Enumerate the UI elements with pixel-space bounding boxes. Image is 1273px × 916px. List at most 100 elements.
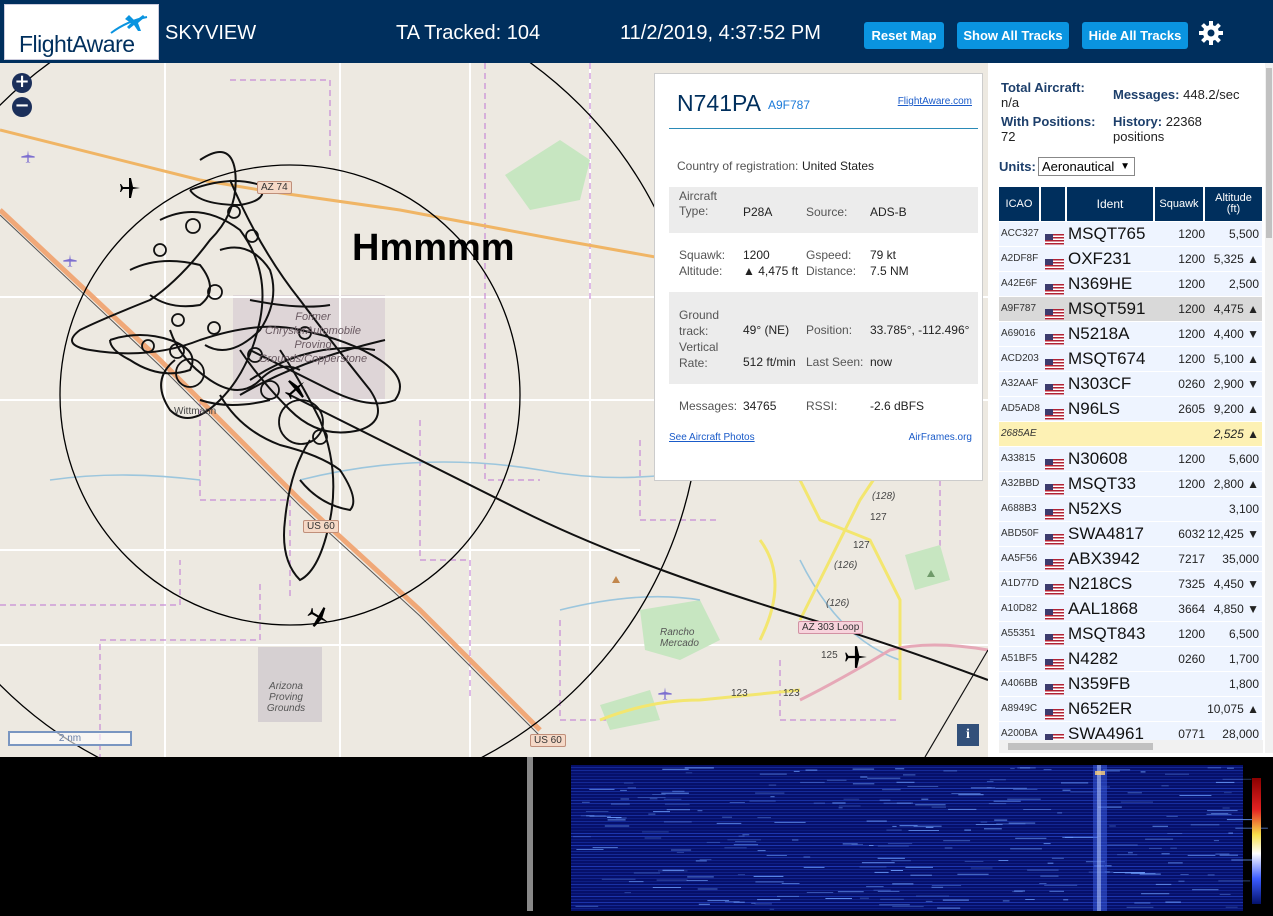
airport-icon bbox=[21, 150, 35, 163]
aircraft-type-value: P28A bbox=[743, 205, 773, 219]
row-icao: A2DF8F bbox=[1001, 253, 1039, 264]
row-squawk: 1200 bbox=[1178, 252, 1205, 266]
horizontal-scrollbar-thumb[interactable] bbox=[1008, 743, 1153, 750]
us-flag-icon bbox=[1045, 454, 1064, 470]
table-row[interactable]: A32AAF N303CF 0260 2,900 ▼ bbox=[999, 372, 1262, 397]
zoom-in-button[interactable]: + bbox=[12, 73, 32, 93]
gear-icon[interactable] bbox=[1198, 20, 1224, 46]
row-icao: A55351 bbox=[1001, 628, 1036, 639]
row-altitude: 9,200 ▲ bbox=[1213, 402, 1259, 416]
road-label-az74: AZ 74 bbox=[257, 181, 292, 194]
us-flag-icon bbox=[1045, 579, 1064, 595]
row-altitude: 1,700 bbox=[1228, 652, 1259, 666]
selected-aircraft-icon[interactable] bbox=[283, 376, 309, 402]
messages-stat-label: Messages: bbox=[1113, 87, 1180, 102]
vertical-scrollbar-thumb[interactable] bbox=[1266, 68, 1272, 238]
row-altitude: 10,075 ▲ bbox=[1207, 702, 1259, 716]
messages-value: 34765 bbox=[743, 399, 777, 413]
header-altitude[interactable]: Altitude (ft) bbox=[1205, 187, 1262, 221]
us-flag-icon bbox=[1045, 254, 1064, 270]
total-aircraft-stat: Total Aircraft: n/a bbox=[1001, 80, 1085, 110]
row-altitude: 5,500 bbox=[1228, 227, 1259, 241]
row-altitude: 4,850 ▼ bbox=[1213, 602, 1259, 616]
table-row[interactable]: A8949C N652ER 10,075 ▲ bbox=[999, 697, 1262, 722]
row-icao: A688B3 bbox=[1001, 503, 1037, 514]
us-flag-icon bbox=[1045, 654, 1064, 670]
row-ident: N30608 bbox=[1068, 449, 1128, 468]
road-number: 125 bbox=[821, 650, 838, 661]
table-row[interactable]: A51BF5 N4282 0260 1,700 bbox=[999, 647, 1262, 672]
row-squawk: 0260 bbox=[1178, 377, 1205, 391]
rssi-value: -2.6 dBFS bbox=[870, 399, 925, 413]
row-ident: N303CF bbox=[1068, 374, 1132, 393]
table-row[interactable]: A69016 N5218A 1200 4,400 ▼ bbox=[999, 322, 1262, 347]
flightaware-link[interactable]: FlightAware.com bbox=[898, 96, 972, 107]
table-row[interactable]: AD5AD8 N96LS 2605 9,200 ▲ bbox=[999, 397, 1262, 422]
table-row[interactable]: ABD50F SWA4817 6032 12,425 ▼ bbox=[999, 522, 1262, 547]
row-altitude: 4,400 ▼ bbox=[1213, 327, 1259, 341]
aircraft-icon[interactable] bbox=[843, 644, 869, 670]
row-squawk bbox=[1157, 422, 1205, 446]
last-seen-value: now bbox=[870, 355, 893, 369]
airport-icon bbox=[63, 254, 77, 267]
overlay-text: Hmmmm bbox=[352, 227, 515, 269]
zoom-out-button[interactable]: − bbox=[12, 97, 32, 117]
hide-all-tracks-button[interactable]: Hide All Tracks bbox=[1082, 22, 1188, 49]
table-row[interactable]: A32BBD MSQT33 1200 2,800 ▲ bbox=[999, 472, 1262, 497]
vertical-rate-value: 512 ft/min bbox=[743, 355, 796, 369]
row-altitude: 5,325 ▲ bbox=[1213, 252, 1259, 266]
table-row[interactable]: A2DF8F OXF231 1200 5,325 ▲ bbox=[999, 247, 1262, 272]
table-row[interactable]: AA5F56 ABX3942 7217 35,000 bbox=[999, 547, 1262, 572]
table-row[interactable]: A55351 MSQT843 1200 6,500 bbox=[999, 622, 1262, 647]
table-row[interactable]: A33815 N30608 1200 5,600 bbox=[999, 447, 1262, 472]
aircraft-photos-link[interactable]: See Aircraft Photos bbox=[669, 432, 755, 443]
table-row[interactable]: A406BB N359FB 1,800 bbox=[999, 672, 1262, 697]
map-info-button[interactable]: i bbox=[957, 724, 979, 746]
us-flag-icon bbox=[1045, 304, 1064, 320]
last-seen-label: Last Seen: bbox=[806, 355, 864, 369]
show-all-tracks-button[interactable]: Show All Tracks bbox=[957, 22, 1069, 49]
row-squawk: 3664 bbox=[1178, 602, 1205, 616]
header-ident[interactable]: Ident bbox=[1067, 187, 1155, 221]
distance-label: Distance: bbox=[806, 264, 857, 278]
row-icao: A1D77D bbox=[1001, 578, 1039, 589]
aircraft-icon[interactable] bbox=[118, 176, 142, 200]
row-squawk: 1200 bbox=[1178, 227, 1205, 241]
road-label-us60: US 60 bbox=[530, 734, 566, 747]
row-ident: MSQT765 bbox=[1068, 224, 1146, 243]
row-squawk bbox=[1157, 672, 1205, 696]
row-squawk bbox=[1157, 697, 1205, 721]
logo-text: FlightAware bbox=[19, 31, 135, 57]
row-icao: A406BB bbox=[1001, 678, 1038, 689]
table-row[interactable]: A42E6F N369HE 1200 2,500 bbox=[999, 272, 1262, 297]
flightaware-logo[interactable]: FlightAware bbox=[4, 4, 159, 60]
messages-stat-value: 448.2/sec bbox=[1183, 87, 1240, 102]
row-squawk: 6032 bbox=[1178, 527, 1205, 541]
table-row[interactable]: A688B3 N52XS 3,100 bbox=[999, 497, 1262, 522]
row-ident: N369HE bbox=[1068, 274, 1133, 293]
table-row[interactable]: ACD203 MSQT674 1200 5,100 ▲ bbox=[999, 347, 1262, 372]
table-row[interactable]: 2685AE 2,525 ▲ bbox=[999, 422, 1262, 447]
aircraft-icon[interactable] bbox=[306, 604, 332, 630]
row-squawk: 1200 bbox=[1178, 352, 1205, 366]
table-row[interactable]: A1D77D N218CS 7325 4,450 ▼ bbox=[999, 572, 1262, 597]
table-row[interactable]: ACC327 MSQT765 1200 5,500 bbox=[999, 222, 1262, 247]
place-label-rancho-mercado: Rancho Mercado bbox=[660, 627, 699, 649]
table-row[interactable]: A10D82 AAL1868 3664 4,850 ▼ bbox=[999, 597, 1262, 622]
header-icao[interactable]: ICAO bbox=[999, 187, 1041, 221]
row-ident: ABX3942 bbox=[1068, 549, 1140, 568]
header-flag[interactable] bbox=[1041, 187, 1067, 221]
us-flag-icon bbox=[1045, 729, 1064, 745]
history-stat: History: 22368 positions bbox=[1113, 114, 1233, 144]
header-divider bbox=[669, 128, 978, 129]
airframes-link[interactable]: AirFrames.org bbox=[909, 432, 972, 443]
reset-map-button[interactable]: Reset Map bbox=[864, 22, 944, 49]
header-squawk[interactable]: Squawk bbox=[1155, 187, 1205, 221]
units-select[interactable]: Aeronautical ▼ bbox=[1038, 157, 1135, 176]
ground-track-value: 49° (NE) bbox=[743, 323, 790, 337]
road-number: (128) bbox=[872, 491, 896, 502]
table-row[interactable]: A9F787 MSQT591 1200 4,475 ▲ bbox=[999, 297, 1262, 322]
us-flag-icon bbox=[1045, 354, 1064, 370]
row-icao: ACC327 bbox=[1001, 228, 1039, 239]
us-flag-icon bbox=[1045, 554, 1064, 570]
